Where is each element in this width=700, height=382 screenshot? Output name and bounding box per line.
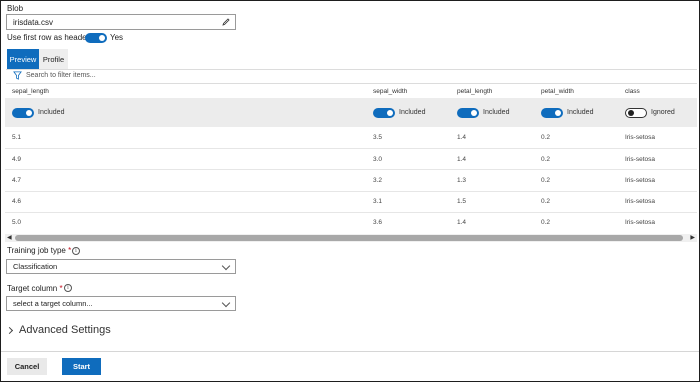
table-cell: 3.5 [373, 134, 383, 141]
column-toggle-label: Included [38, 109, 65, 116]
table-cell: Iris-setosa [625, 177, 655, 184]
tab-preview[interactable]: Preview [7, 49, 39, 69]
chevron-down-icon [221, 298, 231, 308]
header-toggle[interactable] [85, 33, 107, 43]
training-job-type-label: Training job type * [7, 246, 71, 255]
table-cell: 4.7 [12, 177, 22, 184]
table-cell: 1.3 [457, 177, 467, 184]
column-toggle-label: Included [567, 109, 594, 116]
column-header-class: class [625, 88, 640, 95]
training-job-type-dropdown[interactable]: Classification [6, 259, 236, 274]
advanced-settings-label: Advanced Settings [19, 324, 111, 336]
tab-profile[interactable]: Profile [39, 49, 68, 69]
table-cell: 0.2 [541, 198, 551, 205]
pencil-icon[interactable] [221, 17, 231, 29]
table-cell: Iris-setosa [625, 219, 655, 226]
table-cell: 3.6 [373, 219, 383, 226]
table-cell: 1.4 [457, 134, 467, 141]
table-cell: 5.0 [12, 219, 22, 226]
column-toggle-petal-width[interactable] [541, 108, 563, 118]
filter-divider [6, 83, 697, 84]
table-cell: 0.2 [541, 177, 551, 184]
chevron-right-icon [5, 326, 14, 334]
row-divider [5, 148, 697, 149]
table-cell: 5.1 [12, 134, 22, 141]
table-cell: 0.2 [541, 219, 551, 226]
column-toggle-label: Included [399, 109, 426, 116]
header-toggle-state: Yes [110, 33, 124, 42]
row-divider [5, 191, 697, 192]
scroll-right-icon[interactable]: ▶ [690, 235, 695, 241]
table-cell: 3.0 [373, 156, 383, 163]
header-option-label: Use first row as header [7, 33, 90, 42]
column-header-petal-width: petal_width [541, 88, 574, 95]
table-cell: Iris-setosa [625, 198, 655, 205]
row-divider [5, 212, 697, 213]
target-column-placeholder: select a target column... [13, 299, 93, 308]
column-header-petal-length: petal_length [457, 88, 493, 95]
column-header-sepal-width: sepal_width [373, 88, 408, 95]
column-toggle-sepal-length[interactable] [12, 108, 34, 118]
blob-field[interactable]: irisdata.csv [6, 14, 236, 30]
column-toggle-label: Included [483, 109, 510, 116]
cancel-button[interactable]: Cancel [7, 358, 47, 375]
table-cell: 0.2 [541, 134, 551, 141]
start-button[interactable]: Start [62, 358, 101, 375]
table-cell: 1.5 [457, 198, 467, 205]
column-toggle-sepal-width[interactable] [373, 108, 395, 118]
column-toggle-petal-length[interactable] [457, 108, 479, 118]
table-cell: 3.1 [373, 198, 383, 205]
scrollbar-thumb[interactable] [15, 235, 683, 241]
dialog-frame: Blob irisdata.csv Use first row as heade… [0, 0, 700, 382]
info-icon[interactable]: i [72, 247, 80, 255]
table-cell: 3.2 [373, 177, 383, 184]
advanced-settings-toggle[interactable]: Advanced Settings [5, 324, 111, 336]
table-cell: 1.4 [457, 219, 467, 226]
table-cell: 4.9 [12, 156, 22, 163]
table-cell: 4.6 [12, 198, 22, 205]
footer-divider [1, 351, 699, 352]
tabs-divider [6, 69, 697, 70]
column-header-sepal-length: sepal_length [12, 88, 49, 95]
training-job-type-value: Classification [13, 262, 58, 271]
target-column-label: Target column * [7, 284, 63, 293]
training-job-type-text: Training job type [7, 246, 66, 255]
filter-icon [13, 71, 22, 82]
blob-value: irisdata.csv [13, 17, 54, 27]
target-column-dropdown[interactable]: select a target column... [6, 296, 236, 311]
chevron-down-icon [221, 261, 231, 271]
table-cell: Iris-setosa [625, 134, 655, 141]
horizontal-scrollbar[interactable]: ◀ ▶ [5, 234, 697, 242]
target-column-text: Target column [7, 284, 58, 293]
table-cell: 0.2 [541, 156, 551, 163]
column-toggle-label: Ignored [651, 109, 675, 116]
info-icon[interactable]: i [64, 284, 72, 292]
blob-label: Blob [7, 4, 24, 13]
required-marker: * [68, 246, 72, 255]
table-cell: Iris-setosa [625, 156, 655, 163]
table-cell: 1.4 [457, 156, 467, 163]
row-divider [5, 169, 697, 170]
filter-input[interactable]: Search to filter items... [26, 72, 96, 79]
required-marker: * [59, 284, 63, 293]
scroll-left-icon[interactable]: ◀ [7, 235, 12, 241]
column-toggle-class[interactable] [625, 108, 647, 118]
